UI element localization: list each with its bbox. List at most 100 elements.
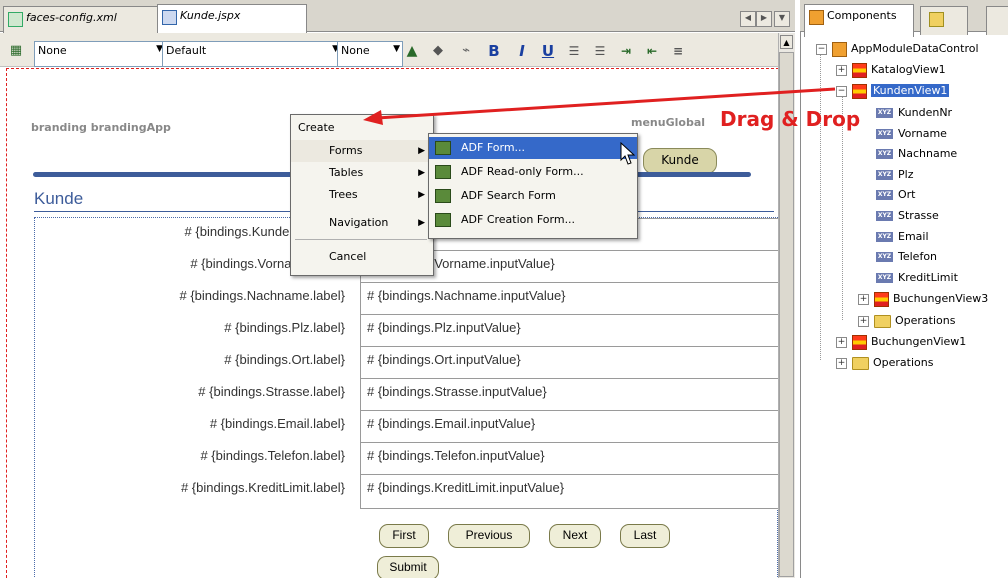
field-input[interactable]: # {bindings.Plz.inputValue} [360, 314, 779, 349]
underline-icon[interactable]: U [538, 41, 558, 61]
scroll-up-icon[interactable]: ▲ [780, 35, 793, 49]
indent-icon[interactable]: ⇥ [616, 41, 636, 61]
branding-placeholder: branding brandingApp [31, 121, 171, 134]
kunde-tab-button[interactable]: Kunde [643, 148, 717, 174]
style-select[interactable]: None ▼ [34, 41, 166, 67]
tree-node-operations[interactable]: + Operations [834, 354, 933, 372]
view-object-icon [852, 334, 867, 350]
collapse-icon[interactable]: − [816, 44, 827, 55]
tree-node-kundenview1[interactable]: − KundenView1 [834, 82, 950, 100]
tree-node-root[interactable]: − AppModuleDataControl [812, 40, 979, 58]
palette-tab-bar: Components [800, 0, 1008, 37]
field-input[interactable]: # {bindings.Telefon.inputValue} [360, 442, 779, 477]
expand-icon[interactable]: + [836, 337, 847, 348]
align-icon[interactable]: ≡ [668, 41, 688, 61]
tree-attribute[interactable]: XYZ Nachname [876, 145, 957, 163]
tree-attribute[interactable]: XYZ KundenNr [876, 104, 952, 122]
submenu-arrow-icon: ▶ [418, 190, 425, 200]
highlight-icon[interactable]: ▲ [402, 41, 422, 61]
tree-node-katalogview1[interactable]: + KatalogView1 [834, 61, 946, 79]
attribute-icon: XYZ [876, 190, 893, 201]
tree-node-buchungenview1[interactable]: + BuchungenView1 [834, 333, 966, 351]
field-input[interactable]: # {bindings.Strasse.inputValue} [360, 378, 779, 413]
link-icon[interactable]: ⌁ [456, 41, 476, 61]
attribute-icon: XYZ [876, 108, 893, 118]
paint-icon[interactable]: ◆ [428, 41, 448, 61]
field-label: # {bindings.Email.label} [209, 416, 345, 431]
field-input[interactable]: # {bindings.Ort.inputValue} [360, 346, 779, 381]
expand-icon[interactable]: + [836, 358, 847, 369]
tree-attribute[interactable]: XYZ Strasse [876, 207, 939, 225]
menu-item-tables[interactable]: Tables ▶ [291, 162, 433, 184]
tree-attribute[interactable]: XYZ Ort [876, 186, 916, 204]
form-icon [435, 141, 451, 155]
italic-icon[interactable]: I [512, 41, 532, 61]
mouse-cursor-icon [620, 142, 636, 165]
form-icon [435, 213, 451, 227]
expand-icon[interactable]: + [858, 316, 869, 327]
forms-submenu: ADF Form... ADF Read-only Form... ADF Se… [428, 133, 638, 239]
tree-attribute[interactable]: XYZ Plz [876, 166, 913, 184]
outdent-icon[interactable]: ⇤ [642, 41, 662, 61]
menu-item-forms[interactable]: Forms ▶ [291, 140, 433, 162]
drag-drop-annotation: Drag & Drop [720, 107, 861, 131]
field-input[interactable]: # {bindings.Nachname.inputValue} [360, 282, 779, 317]
submenu-item-adf-creation-form[interactable]: ADF Creation Form... [429, 209, 637, 231]
tab-more[interactable] [986, 6, 1008, 35]
ordered-list-icon[interactable]: ☰ [564, 41, 584, 61]
menu-item-trees[interactable]: Trees ▶ [291, 184, 433, 206]
expand-icon[interactable]: + [836, 65, 847, 76]
field-label: # {bindings.Ort.label} [224, 352, 345, 367]
view-object-icon [852, 83, 867, 99]
design-mode-icon[interactable]: ▦ [6, 41, 26, 61]
expand-icon[interactable]: + [858, 294, 869, 305]
last-button[interactable]: Last [620, 524, 670, 548]
form-icon [435, 165, 451, 179]
editor-tab-bar: faces-config.xml Kunde.jspx ◀ ▶ ▼ [0, 0, 795, 37]
tree-attribute[interactable]: XYZ Telefon [876, 248, 937, 266]
attribute-icon: XYZ [876, 149, 893, 160]
tab-label: Kunde.jspx [180, 9, 241, 22]
submit-button[interactable]: Submit [377, 556, 439, 578]
submenu-arrow-icon: ▶ [418, 146, 425, 156]
field-input[interactable]: # {bindings.KreditLimit.inputValue} [360, 474, 779, 509]
jspx-file-icon [162, 10, 177, 25]
submenu-item-adf-search-form[interactable]: ADF Search Form [429, 185, 637, 207]
tab-label: faces-config.xml [26, 11, 117, 24]
tree-attribute[interactable]: XYZ Vorname [876, 125, 947, 143]
submenu-item-adf-form[interactable]: ADF Form... [429, 137, 637, 159]
submenu-arrow-icon: ▶ [418, 168, 425, 178]
data-control-icon [832, 41, 847, 57]
first-button[interactable]: First [379, 524, 429, 548]
submenu-arrow-icon: ▶ [418, 218, 425, 228]
tree-attribute[interactable]: XYZ KreditLimit [876, 269, 958, 287]
scroll-tabs-right-icon[interactable]: ▶ [756, 11, 772, 27]
tab-list-dropdown-icon[interactable]: ▼ [774, 11, 790, 27]
tab-properties[interactable] [920, 6, 968, 35]
tree-node-buchungenview3[interactable]: + BuchungenView3 [856, 290, 988, 308]
form-icon [435, 189, 451, 203]
menu-item-cancel[interactable]: Cancel [291, 246, 433, 268]
create-context-menu: Create Forms ▶ Tables ▶ Trees ▶ Navigation ▶… [290, 114, 434, 276]
folder-icon [874, 314, 891, 328]
attribute-icon: XYZ [876, 128, 893, 139]
menu-item-navigation[interactable]: Navigation ▶ [291, 212, 433, 234]
tree-attribute[interactable]: XYZ Email [876, 228, 929, 246]
tree-node-operations-child[interactable]: + Operations [856, 312, 955, 330]
menu-separator [295, 239, 427, 240]
properties-icon [929, 12, 944, 27]
submenu-item-adf-readonly-form[interactable]: ADF Read-only Form... [429, 161, 637, 183]
tab-faces-config[interactable]: faces-config.xml [3, 6, 183, 35]
field-label: # {bindings.Telefon.label} [200, 448, 345, 463]
size-select[interactable]: None ▼ [337, 41, 403, 67]
folder-icon [852, 356, 869, 370]
attribute-icon: XYZ [876, 211, 893, 221]
view-object-icon [852, 62, 867, 78]
font-select[interactable]: Default ▼ [162, 41, 342, 67]
bold-icon[interactable]: B [484, 41, 504, 61]
previous-button[interactable]: Previous [448, 524, 530, 548]
next-button[interactable]: Next [549, 524, 601, 548]
bullet-list-icon[interactable]: ☰ [590, 41, 610, 61]
scroll-tabs-left-icon[interactable]: ◀ [740, 11, 756, 27]
field-input[interactable]: # {bindings.Email.inputValue} [360, 410, 779, 445]
